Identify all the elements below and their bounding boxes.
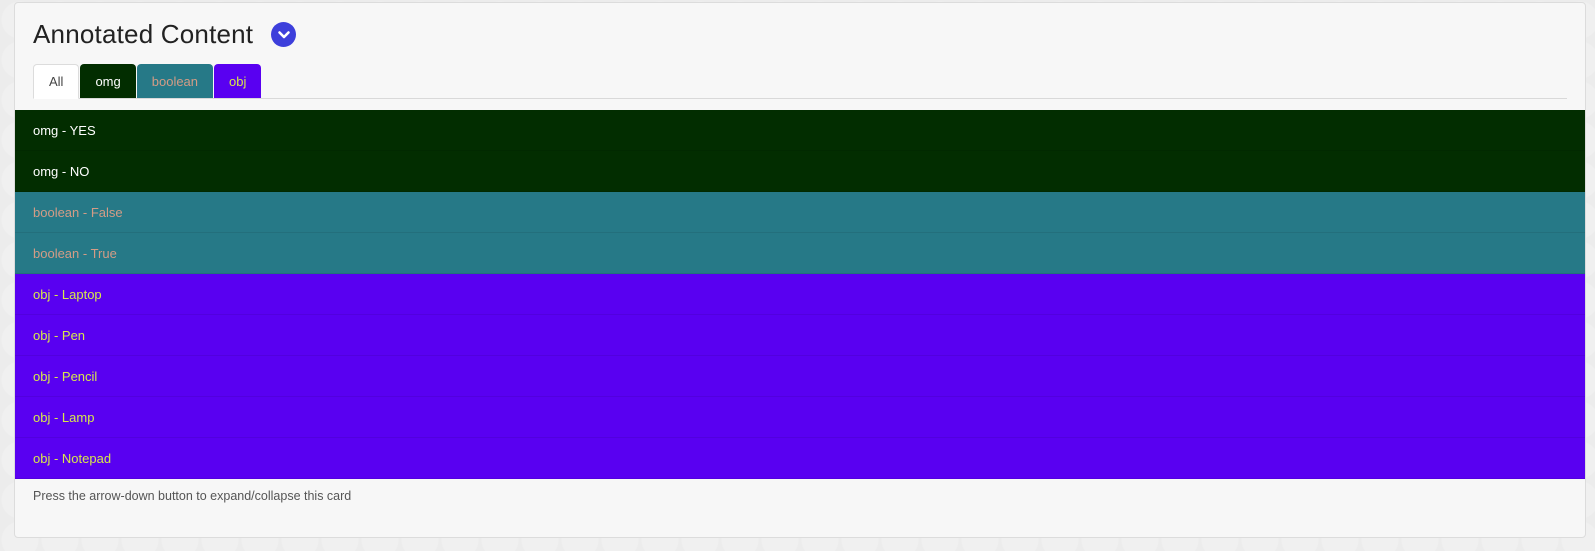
- card-title: Annotated Content: [33, 19, 254, 49]
- card-header: Annotated Content: [33, 19, 297, 50]
- list-item-text: boolean - False: [33, 204, 123, 220]
- list-item[interactable]: obj - Pencil: [15, 356, 1585, 397]
- list-item-text: boolean - True: [33, 245, 117, 261]
- list-item-text: obj - Laptop: [33, 286, 102, 302]
- list-item[interactable]: obj - Lamp: [15, 397, 1585, 438]
- annotation-list: omg - YES omg - NO boolean - False boole…: [15, 110, 1585, 479]
- list-item[interactable]: omg - NO: [15, 151, 1585, 192]
- tab-omg[interactable]: omg: [80, 64, 136, 98]
- list-item[interactable]: boolean - False: [15, 192, 1585, 233]
- list-item[interactable]: obj - Pen: [15, 315, 1585, 356]
- list-item[interactable]: obj - Laptop: [15, 274, 1585, 315]
- list-item[interactable]: boolean - True: [15, 233, 1585, 274]
- list-item-text: obj - Lamp: [33, 409, 95, 425]
- list-item-text: obj - Pencil: [33, 368, 98, 384]
- tab-obj[interactable]: obj: [214, 64, 262, 98]
- chevron-down-icon: [277, 30, 290, 38]
- list-item[interactable]: omg - YES: [15, 110, 1585, 151]
- list-item-text: obj - Pen: [33, 327, 86, 343]
- annotated-content-card: Annotated Content All omg boolean obj om…: [14, 2, 1586, 538]
- list-item-text: obj - Notepad: [33, 450, 112, 466]
- tab-label: obj: [229, 73, 247, 89]
- tab-label: All: [49, 74, 64, 89]
- filter-tabs: All omg boolean obj: [33, 63, 1567, 99]
- tab-all[interactable]: All: [33, 64, 80, 99]
- list-item[interactable]: obj - Notepad: [15, 438, 1585, 479]
- tab-label: omg: [95, 73, 121, 89]
- list-item-text: omg - NO: [33, 163, 90, 179]
- expand-collapse-button[interactable]: [271, 22, 297, 47]
- tab-label: boolean: [151, 73, 199, 89]
- list-item-text: omg - YES: [33, 122, 96, 138]
- tab-boolean[interactable]: boolean: [136, 64, 214, 98]
- card-footer-hint: Press the arrow-down button to expand/co…: [33, 489, 352, 503]
